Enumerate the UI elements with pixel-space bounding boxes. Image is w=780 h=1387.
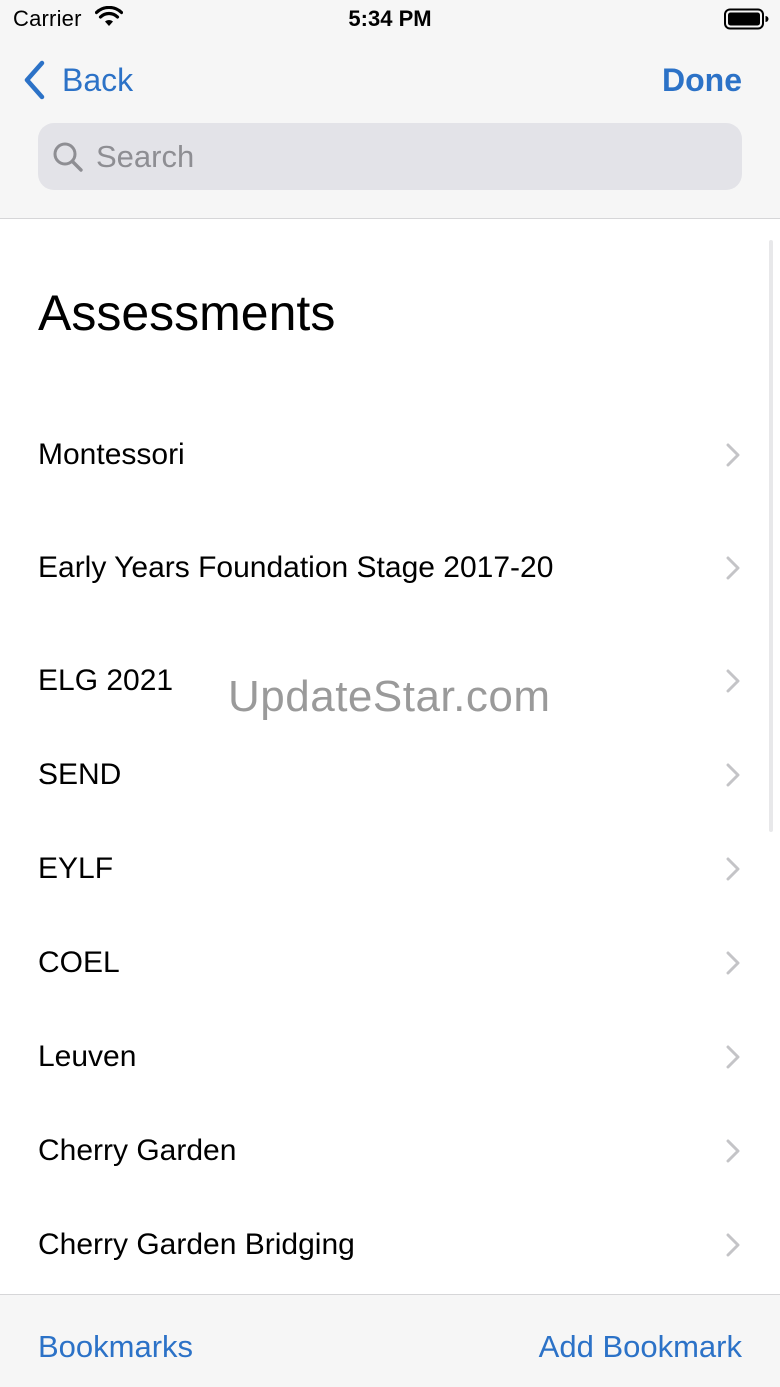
watermark: UpdateStar.com [228,672,551,721]
chevron-right-icon [726,443,740,467]
bottom-toolbar: Bookmarks Add Bookmark [0,1294,780,1387]
chevron-right-icon [726,763,740,787]
list-item-label: Cherry Garden [38,1134,237,1167]
search-input[interactable] [96,138,716,175]
screen: Carrier 5:34 PM Back Done Search Assessm… [0,0,780,1387]
top-bar: Carrier 5:34 PM Back Done [0,0,780,219]
navigation-bar: Back Done [0,44,780,114]
chevron-right-icon [726,1139,740,1163]
back-label: Back [62,61,134,98]
scroll-indicator[interactable] [769,240,773,832]
add-bookmark-button[interactable]: Add Bookmark [539,1329,742,1365]
back-button[interactable]: Back [22,60,133,100]
bookmarks-button[interactable]: Bookmarks [38,1329,193,1365]
list-item-label: ELG 2021 [38,664,174,697]
list-item-montessori[interactable]: Montessori [0,425,780,485]
list-item-cherry-garden-bridging[interactable]: Cherry Garden Bridging [0,1215,780,1275]
list-item-label: Montessori [38,438,185,471]
list-item-label: Early Years Foundation Stage 2017-20 [38,551,554,584]
search-field[interactable] [38,123,742,190]
page-title: Assessments [38,285,336,341]
chevron-left-icon [24,60,45,100]
list-item-label: Leuven [38,1040,137,1073]
list-item-cherry-garden[interactable]: Cherry Garden [0,1121,780,1181]
done-button[interactable]: Done [662,62,742,99]
list-item-label: COEL [38,946,120,979]
list-item-leuven[interactable]: Leuven [0,1027,780,1087]
chevron-right-icon [726,951,740,975]
list-item-send[interactable]: SEND [0,745,780,805]
search-icon [53,142,83,172]
chevron-right-icon [726,1233,740,1257]
chevron-right-icon [726,1045,740,1069]
chevron-right-icon [726,556,740,580]
list-item-eylf[interactable]: EYLF [0,839,780,899]
clock: 5:34 PM [348,6,432,31]
chevron-right-icon [726,857,740,881]
list-item-eyfs[interactable]: Early Years Foundation Stage 2017-20 [0,538,780,598]
chevron-right-icon [726,669,740,693]
list-item-label: SEND [38,758,122,791]
status-bar: Carrier 5:34 PM [0,0,780,40]
list-item-label: EYLF [38,852,114,885]
battery-icon [724,8,769,30]
list-item-coel[interactable]: COEL [0,933,780,993]
list-item-label: Cherry Garden Bridging [38,1228,355,1261]
